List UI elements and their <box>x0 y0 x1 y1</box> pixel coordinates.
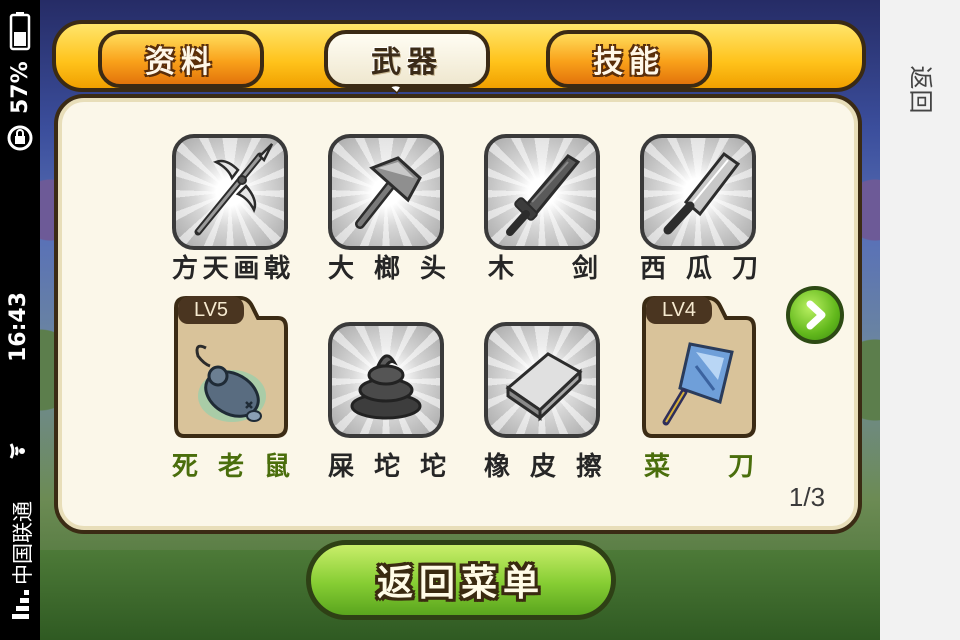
slot-frame <box>328 322 444 438</box>
name-char: 皮 <box>529 452 556 482</box>
name-char: 画 <box>233 254 260 284</box>
battery-percent: 57% <box>8 61 33 114</box>
wooden-sword-icon <box>506 154 581 236</box>
machete-icon <box>663 151 741 235</box>
next-page-button[interactable] <box>786 286 844 344</box>
name-char: 刀 <box>731 254 758 284</box>
item-name: 菜 刀 <box>634 446 764 482</box>
name-char: 死 <box>172 452 199 482</box>
status-bar: 57% 16:43 中国联通 <box>0 0 40 640</box>
name-char: 大 <box>328 254 355 284</box>
signal-icon <box>12 590 29 619</box>
name-char: 方 <box>172 254 199 284</box>
battery-icon <box>9 12 31 51</box>
poop-icon <box>350 354 422 420</box>
tab-skills[interactable]: 技能 <box>546 30 712 88</box>
name-char: 戟 <box>263 254 290 284</box>
item-name: 死 老 鼠 <box>166 446 296 482</box>
name-char: 橡 <box>484 452 511 482</box>
slot-frame <box>328 134 444 250</box>
name-char: 菜 <box>644 452 671 482</box>
item-name: 木 剑 <box>478 248 608 284</box>
name-char: 擦 <box>575 452 602 482</box>
level-badge: LV4 <box>646 296 712 324</box>
slot-frame <box>172 134 288 250</box>
item-name: 屎 坨 坨 <box>322 446 452 482</box>
name-char: 剑 <box>571 254 598 284</box>
name-char: 西 <box>640 254 667 284</box>
chevron-right-icon <box>806 300 826 330</box>
pointer-icon <box>389 84 403 94</box>
halberd-icon <box>194 143 274 236</box>
level-badge: LV5 <box>178 296 244 324</box>
carrier-name: 中国联通 <box>11 501 35 585</box>
name-char: 木 <box>488 254 515 284</box>
back-button[interactable]: 返回 <box>907 66 935 114</box>
eraser-icon <box>505 352 583 422</box>
name-char: 刀 <box>727 452 754 482</box>
name-char: 坨 <box>373 452 400 482</box>
name-char: 屎 <box>328 452 355 482</box>
name-char: 老 <box>217 452 244 482</box>
slot-frame <box>484 322 600 438</box>
slot-frame <box>484 134 600 250</box>
name-char: 坨 <box>419 452 446 482</box>
item-name: 大 榔 头 <box>322 248 452 284</box>
tab-weapons[interactable]: 武器 <box>324 30 490 88</box>
name-char: 榔 <box>373 254 400 284</box>
page-indicator: 1/3 <box>788 482 826 512</box>
item-name: 西 瓜 刀 <box>634 248 764 284</box>
slot-frame <box>640 134 756 250</box>
wifi-icon <box>9 443 25 459</box>
name-char: 鼠 <box>263 452 290 482</box>
item-name: 橡 皮 擦 <box>478 446 608 482</box>
clock-time: 16:43 <box>6 291 31 362</box>
cleaver-icon <box>662 342 734 426</box>
name-char: 瓜 <box>685 254 712 284</box>
hammer-icon <box>355 156 422 229</box>
name-char: 天 <box>202 254 229 284</box>
tab-profile[interactable]: 资料 <box>98 30 264 88</box>
rotation-lock-icon <box>7 125 33 151</box>
item-name: 方 天 画 戟 <box>166 248 296 284</box>
dead-mouse-icon <box>195 344 266 422</box>
name-char: 头 <box>419 254 446 284</box>
return-to-menu-button[interactable]: 返回菜单 <box>306 540 616 620</box>
